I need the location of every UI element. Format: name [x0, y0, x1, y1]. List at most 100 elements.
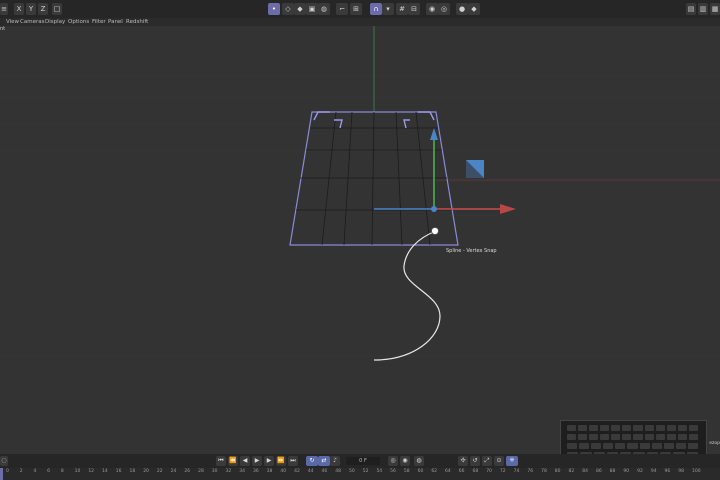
auto-key-icon[interactable]: ◉ [400, 456, 410, 466]
keyboard-row [567, 443, 699, 449]
timeline-tick-label: 82 [568, 469, 575, 474]
timeline-tick-label: 64 [445, 469, 451, 474]
timeline-tick-label: 36 [252, 469, 259, 474]
menu-panel[interactable]: Panel [108, 18, 123, 26]
axis-x-lock-button[interactable]: X [14, 3, 24, 15]
snap-magnet-icon[interactable]: ∩ [370, 3, 382, 15]
snap-point-icon [431, 227, 439, 235]
sound-icon[interactable]: ♪ [330, 456, 340, 466]
uv-mode-icon[interactable]: ⊞ [350, 3, 362, 15]
playhead[interactable] [0, 468, 3, 480]
key-rotation-icon[interactable]: ↺ [470, 456, 480, 466]
keyframe-icon[interactable]: ◆ [468, 3, 480, 15]
timeline-tick-label: 88 [609, 469, 616, 474]
timeline-tick-label: 90 [623, 469, 630, 474]
app-menu-button[interactable]: ≡ [0, 3, 8, 15]
timeline-tick-label: 72 [499, 469, 506, 474]
record-icon[interactable]: ● [456, 3, 468, 15]
render-view-icon[interactable]: ◉ [426, 3, 438, 15]
goto-start-icon[interactable]: ⏮ [216, 456, 226, 466]
viewport-scene [0, 26, 720, 422]
timeline-tick-label: 94 [650, 469, 657, 474]
keyframe-selection-icon[interactable]: ◍ [414, 456, 424, 466]
timeline-ruler[interactable]: 0 2 4 6 8 10 12 14 16 18 20 22 24 26 28 30 32 34 36 38 40 42 4… [0, 468, 720, 480]
loop-icon[interactable]: ↻ [306, 456, 318, 466]
timeline-tick-label: 22 [156, 469, 163, 474]
world-grid [0, 55, 720, 422]
timeline-tick-label: 52 [362, 469, 369, 474]
timeline-tick-label: 12 [88, 469, 95, 474]
timeline-tick-label: 10 [74, 469, 81, 474]
snap-settings-icon[interactable]: ▾ [382, 3, 394, 15]
edges-mode-icon[interactable]: ◇ [282, 3, 294, 15]
playback-bar: ◌ ⏮ ⏪ ◀ ▶ ▶ ⏩ ⏭ ↻ ⇄ ♪ 0 F ◎ ◉ ◍ ✣ ↺ ⤢ ⊙ … [0, 454, 720, 468]
timeline-tick-label: 60 [417, 469, 424, 474]
render-settings-icon[interactable]: ◎ [438, 3, 450, 15]
record-keys-icon[interactable]: ◎ [388, 456, 398, 466]
timeline-tick-label: 68 [472, 469, 479, 474]
timeline-tick-label: 48 [335, 469, 341, 474]
prev-key-icon[interactable]: ⏪ [228, 456, 238, 466]
current-frame-field[interactable]: 0 F [346, 457, 380, 465]
axis-z-lock-button[interactable]: Z [38, 3, 48, 15]
timeline-tick-label: 34 [239, 469, 245, 474]
key-position-icon[interactable]: ✣ [458, 456, 468, 466]
timeline-tick-label: 4 [33, 469, 37, 474]
points-mode-icon[interactable]: • [268, 3, 280, 15]
timeline-tick-label: 38 [266, 469, 273, 474]
timeline-tick-label: 74 [513, 469, 520, 474]
timeline-tick-label: 0 [6, 469, 9, 474]
timeline-tick-label: 62 [431, 469, 438, 474]
menu-options[interactable]: Options [68, 18, 89, 26]
overlay-side-label: ezop [709, 441, 720, 446]
goto-end-icon[interactable]: ⏭ [288, 456, 298, 466]
main-toolbar: ≡ X Y Z □ • ◇ ◆ ▣ ◍ ⌐ ⊞ ∩ ▾ # ⊟ ◉ ◎ ● ◆ … [0, 0, 720, 19]
timeline-tick-label: 80 [554, 469, 561, 474]
timeline-tick-label: 26 [184, 469, 191, 474]
timeline-tick-label: 66 [458, 469, 465, 474]
timeline-tick-label: 28 [198, 469, 204, 474]
axis-mode-icon[interactable]: ⌐ [336, 3, 348, 15]
timeline-tick-label: 92 [637, 469, 643, 474]
key-param-icon[interactable]: ⊙ [494, 456, 504, 466]
play-icon[interactable]: ▶ [252, 456, 262, 466]
spline-curve [373, 230, 441, 361]
timeline-tick-label: 58 [403, 469, 410, 474]
layout-button-1[interactable]: ▤ [686, 3, 696, 15]
timeline-tick-label: 84 [582, 469, 588, 474]
texture-mode-icon[interactable]: ◍ [318, 3, 330, 15]
next-key-icon[interactable]: ⏩ [276, 456, 286, 466]
key-pla-icon[interactable]: ⁜ [506, 456, 518, 466]
timeline-tick-label: 30 [211, 469, 218, 474]
preview-range-icon[interactable]: ⇄ [318, 456, 330, 466]
timeline-tick-label: 20 [143, 469, 149, 474]
grid-icon[interactable]: ⊟ [408, 3, 420, 15]
timeline-tick-label: 32 [225, 469, 232, 474]
timeline-tick-label: 70 [486, 469, 492, 474]
timeline-tick-label: 42 [294, 469, 300, 474]
next-frame-icon[interactable]: ▶ [264, 456, 274, 466]
menu-filter[interactable]: Filter [92, 18, 106, 26]
menu-cameras[interactable]: Cameras [20, 18, 44, 26]
prev-frame-icon[interactable]: ◀ [240, 456, 250, 466]
key-scale-icon[interactable]: ⤢ [482, 456, 492, 466]
axis-y-lock-button[interactable]: Y [26, 3, 36, 15]
timeline-tick-label: 56 [390, 469, 396, 474]
workplane-icon[interactable]: # [396, 3, 408, 15]
timeline-tick-label: 2 [19, 469, 23, 474]
polygons-mode-icon[interactable]: ◆ [294, 3, 306, 15]
layout-button-2[interactable]: ▥ [698, 3, 708, 15]
coordinate-system-button[interactable]: □ [52, 3, 62, 15]
timeline-settings-icon[interactable]: ◌ [0, 456, 8, 466]
timeline-tick-label: 78 [541, 469, 547, 474]
menu-redshift[interactable]: Redshift [126, 18, 148, 26]
timeline-tick-label: 16 [115, 469, 122, 474]
menu-display[interactable]: Display [45, 18, 65, 26]
3d-viewport[interactable]: nt Spline - Vertex Snap [0, 26, 720, 454]
timeline-tick-label: 40 [280, 469, 287, 474]
model-mode-icon[interactable]: ▣ [306, 3, 318, 15]
menu-view[interactable]: View [6, 18, 19, 26]
timeline-tick-label: 44 [307, 469, 314, 474]
layout-button-3[interactable]: ▦ [710, 3, 720, 15]
timeline-tick-label: 100 [692, 469, 701, 474]
